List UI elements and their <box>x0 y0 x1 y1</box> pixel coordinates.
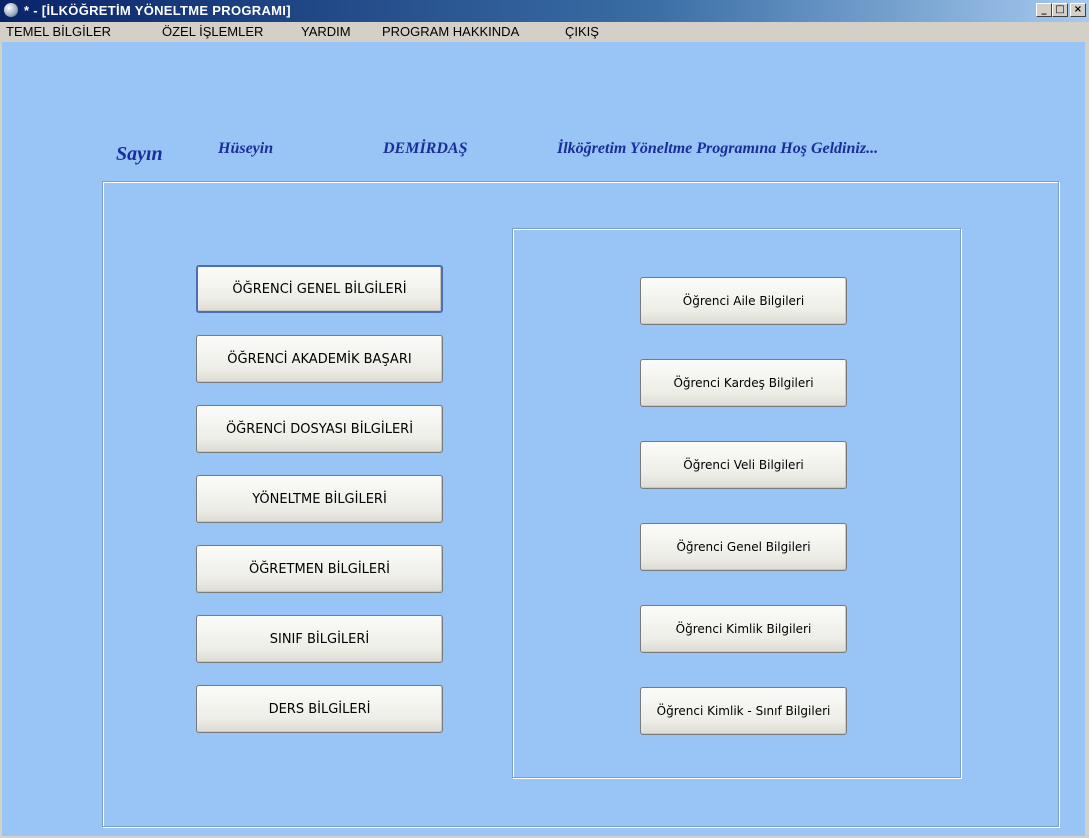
minimize-button[interactable]: _ <box>1036 3 1052 17</box>
ogrenci-veli-bilgileri-button[interactable]: Öğrenci Veli Bilgileri <box>640 441 847 489</box>
ogretmen-bilgileri-button[interactable]: ÖĞRETMEN BİLGİLERİ <box>196 545 443 593</box>
ders-bilgileri-button[interactable]: DERS BİLGİLERİ <box>196 685 443 733</box>
yoneltme-bilgileri-button[interactable]: YÖNELTME BİLGİLERİ <box>196 475 443 523</box>
ogrenci-akademik-basari-button[interactable]: ÖĞRENCİ AKADEMİK BAŞARI <box>196 335 443 383</box>
maximize-button[interactable]: □ <box>1052 3 1068 17</box>
application-window: * - [İLKÖĞRETİM YÖNELTME PROGRAMI] _ □ ×… <box>0 0 1089 838</box>
ogrenci-kimlik-sinif-bilgileri-button[interactable]: Öğrenci Kimlik - Sınıf Bilgileri <box>640 687 847 735</box>
menu-bar: TEMEL BİLGİLER ÖZEL İŞLEMLER YARDIM PROG… <box>0 22 1089 42</box>
ogrenci-dosyasi-bilgileri-button[interactable]: ÖĞRENCİ DOSYASI BİLGİLERİ <box>196 405 443 453</box>
close-button[interactable]: × <box>1070 3 1086 17</box>
ogrenci-genel-bilgileri-small-button[interactable]: Öğrenci Genel Bilgileri <box>640 523 847 571</box>
menu-cikis[interactable]: ÇIKIŞ <box>565 24 599 39</box>
menu-temel-bilgiler[interactable]: TEMEL BİLGİLER <box>6 24 111 39</box>
menu-ozel-islemler[interactable]: ÖZEL İŞLEMLER <box>162 24 263 39</box>
welcome-greeting: Sayın <box>116 143 163 165</box>
welcome-last-name: DEMİRDAŞ <box>383 140 468 157</box>
ogrenci-aile-bilgileri-button[interactable]: Öğrenci Aile Bilgileri <box>640 277 847 325</box>
main-client-area: Sayın Hüseyin DEMİRDAŞ İlköğretim Yönelt… <box>2 42 1085 836</box>
app-icon[interactable] <box>4 3 18 17</box>
ogrenci-genel-bilgileri-button[interactable]: ÖĞRENCİ GENEL BİLGİLERİ <box>196 265 443 313</box>
window-title: * - [İLKÖĞRETİM YÖNELTME PROGRAMI] <box>24 3 291 18</box>
title-bar[interactable]: * - [İLKÖĞRETİM YÖNELTME PROGRAMI] _ □ × <box>0 0 1089 22</box>
ogrenci-kimlik-bilgileri-button[interactable]: Öğrenci Kimlik Bilgileri <box>640 605 847 653</box>
welcome-first-name: Hüseyin <box>218 140 274 157</box>
menu-program-hakkinda[interactable]: PROGRAM HAKKINDA <box>382 24 519 39</box>
welcome-message: İlköğretim Yöneltme Programına Hoş Geldi… <box>557 140 879 157</box>
ogrenci-kardes-bilgileri-button[interactable]: Öğrenci Kardeş Bilgileri <box>640 359 847 407</box>
sinif-bilgileri-button[interactable]: SINIF BİLGİLERİ <box>196 615 443 663</box>
menu-yardim[interactable]: YARDIM <box>301 24 351 39</box>
